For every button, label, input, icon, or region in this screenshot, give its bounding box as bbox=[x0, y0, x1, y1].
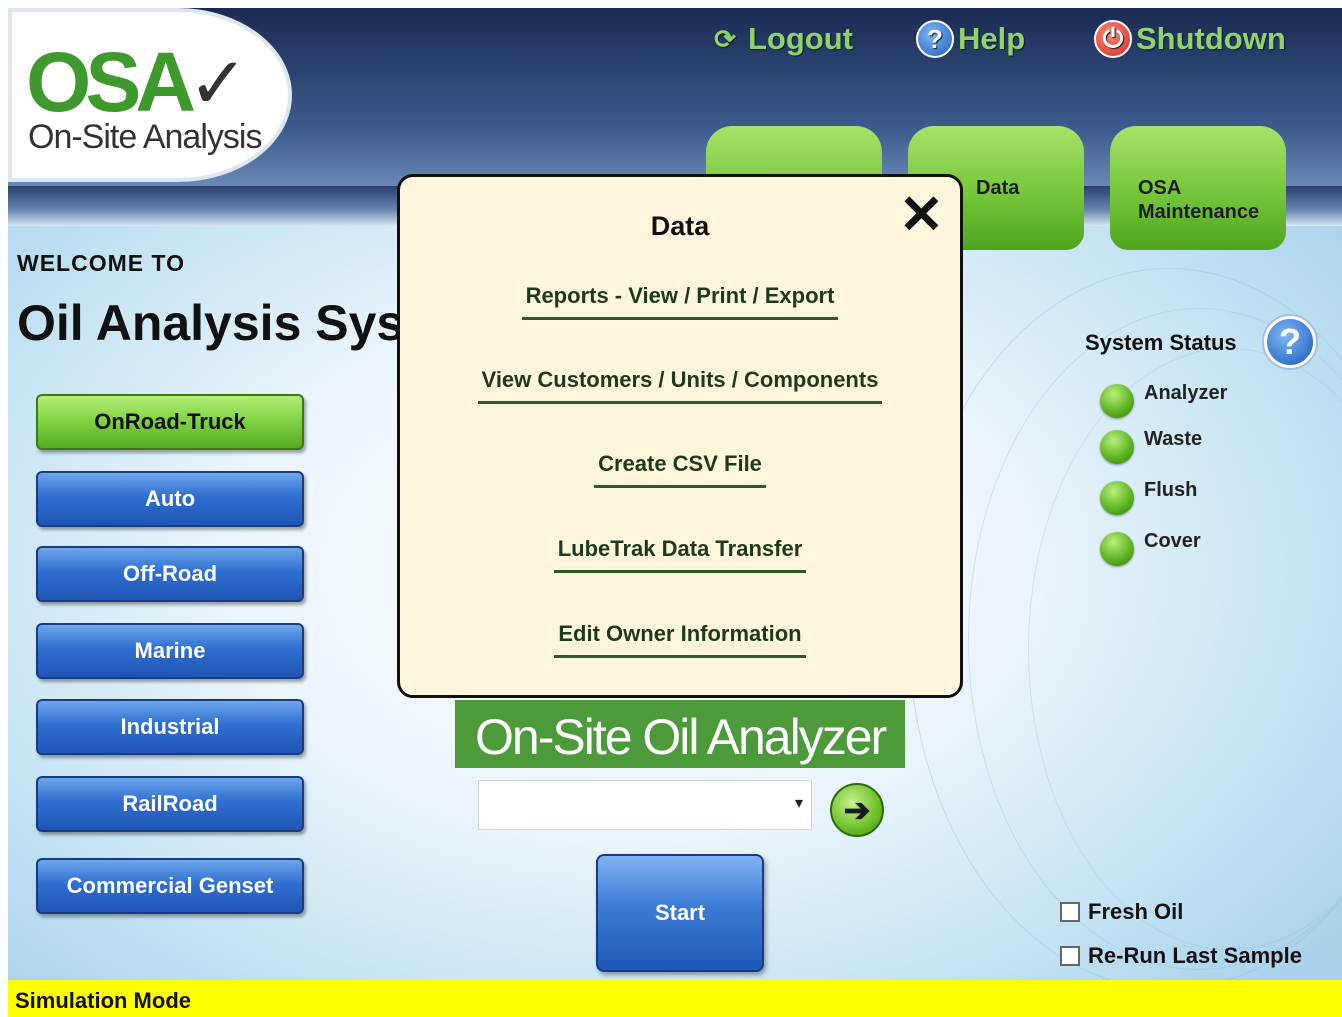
status-label: Waste bbox=[1144, 427, 1203, 450]
close-icon[interactable]: ✕ bbox=[899, 185, 944, 245]
logout-button[interactable]: ⟳ Logout bbox=[706, 20, 853, 58]
edit-owner-link[interactable]: Edit Owner Information bbox=[400, 621, 960, 658]
status-led-icon bbox=[1100, 384, 1134, 418]
fresh-oil-checkbox[interactable] bbox=[1060, 902, 1080, 922]
status-label: Flush bbox=[1144, 478, 1198, 501]
status-led-icon bbox=[1100, 430, 1134, 464]
status-label: Analyzer bbox=[1144, 381, 1228, 404]
nav-auto-button[interactable]: Auto bbox=[36, 471, 304, 527]
logo-check-icon: ✓ bbox=[188, 44, 249, 124]
reports-link[interactable]: Reports - View / Print / Export bbox=[400, 283, 960, 320]
status-led-icon bbox=[1100, 481, 1134, 515]
status-cover: Cover bbox=[1100, 529, 1201, 566]
status-bar: Simulation Mode bbox=[8, 980, 1342, 1017]
nav-marine-button[interactable]: Marine bbox=[36, 623, 304, 679]
nav-commercial-genset-button[interactable]: Commercial Genset bbox=[36, 858, 304, 914]
logo-text: On-Site Analysis bbox=[28, 118, 262, 156]
shutdown-button[interactable]: ⏻ Shutdown bbox=[1094, 20, 1286, 58]
reports-link-label[interactable]: Reports - View / Print / Export bbox=[521, 283, 839, 320]
rerun-option[interactable]: Re-Run Last Sample bbox=[1060, 943, 1302, 969]
status-waste: Waste bbox=[1100, 427, 1203, 464]
status-flush: Flush bbox=[1100, 478, 1198, 515]
arrow-right-icon: ➔ bbox=[843, 792, 871, 828]
status-led-icon bbox=[1100, 532, 1134, 566]
shutdown-label: Shutdown bbox=[1136, 21, 1286, 56]
sample-select[interactable]: ▾ bbox=[478, 780, 812, 830]
help-label: Help bbox=[958, 21, 1026, 56]
logout-icon: ⟳ bbox=[714, 23, 736, 54]
lubetrak-transfer-link[interactable]: LubeTrak Data Transfer bbox=[400, 536, 960, 573]
status-label: Cover bbox=[1144, 529, 1201, 552]
system-status-title: System Status bbox=[1085, 330, 1237, 355]
nav-railroad-button[interactable]: RailRoad bbox=[36, 776, 304, 832]
analyzer-brand-banner: On-Site Oil Analyzer bbox=[455, 700, 905, 768]
lubetrak-transfer-link-label[interactable]: LubeTrak Data Transfer bbox=[553, 536, 807, 573]
create-csv-link[interactable]: Create CSV File bbox=[400, 451, 960, 488]
tab-osa-maintenance[interactable]: OSA Maintenance bbox=[1110, 126, 1286, 250]
rerun-label: Re-Run Last Sample bbox=[1088, 943, 1302, 968]
create-csv-link-label[interactable]: Create CSV File bbox=[594, 451, 766, 488]
app-window: OSA ✓ On-Site Analysis ⟳ Logout ? Help ⏻… bbox=[8, 8, 1342, 1017]
help-button[interactable]: ? Help bbox=[916, 20, 1025, 58]
start-button[interactable]: Start bbox=[596, 854, 764, 972]
help-icon: ? bbox=[916, 20, 954, 58]
status-analyzer: Analyzer bbox=[1100, 381, 1228, 418]
nav-off-road-button[interactable]: Off-Road bbox=[36, 546, 304, 602]
welcome-label: WELCOME TO bbox=[17, 250, 186, 276]
chevron-down-icon: ▾ bbox=[794, 795, 803, 812]
simulation-mode-label: Simulation Mode bbox=[15, 988, 191, 1013]
data-menu-dialog: Data ✕ Reports - View / Print / Export V… bbox=[397, 174, 963, 698]
system-status-help-icon[interactable]: ? bbox=[1264, 316, 1316, 368]
logo-mark: OSA bbox=[26, 35, 196, 129]
rerun-checkbox[interactable] bbox=[1060, 946, 1080, 966]
tab-osa-maintenance-label: OSA Maintenance bbox=[1138, 177, 1260, 223]
power-icon: ⏻ bbox=[1094, 20, 1132, 58]
nav-industrial-button[interactable]: Industrial bbox=[36, 699, 304, 755]
tab-data-label: Data bbox=[976, 177, 1020, 199]
view-customers-link[interactable]: View Customers / Units / Components bbox=[400, 367, 960, 404]
view-customers-link-label[interactable]: View Customers / Units / Components bbox=[477, 367, 883, 404]
go-arrow-button[interactable]: ➔ bbox=[830, 783, 884, 837]
fresh-oil-label: Fresh Oil bbox=[1088, 899, 1184, 924]
logout-label: Logout bbox=[748, 21, 854, 56]
fresh-oil-option[interactable]: Fresh Oil bbox=[1060, 899, 1183, 925]
nav-onroad-truck-button[interactable]: OnRoad-Truck bbox=[36, 394, 304, 450]
osa-logo: OSA ✓ On-Site Analysis bbox=[12, 12, 288, 178]
edit-owner-link-label[interactable]: Edit Owner Information bbox=[554, 621, 806, 658]
dialog-title: Data bbox=[650, 211, 710, 241]
